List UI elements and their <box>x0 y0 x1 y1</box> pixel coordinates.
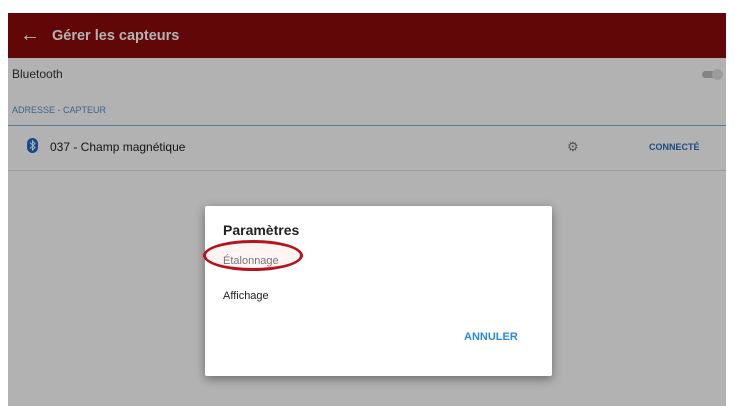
cancel-button[interactable]: ANNULER <box>464 331 518 343</box>
option-display[interactable]: Affichage <box>223 290 269 302</box>
dialog-title: Paramètres <box>223 222 300 238</box>
app-window: ← Gérer les capteurs Bluetooth ADRESSE -… <box>8 13 726 406</box>
settings-dialog: Paramètres Étalonnage Affichage ANNULER <box>203 206 552 376</box>
option-calibration[interactable]: Étalonnage <box>223 255 279 267</box>
